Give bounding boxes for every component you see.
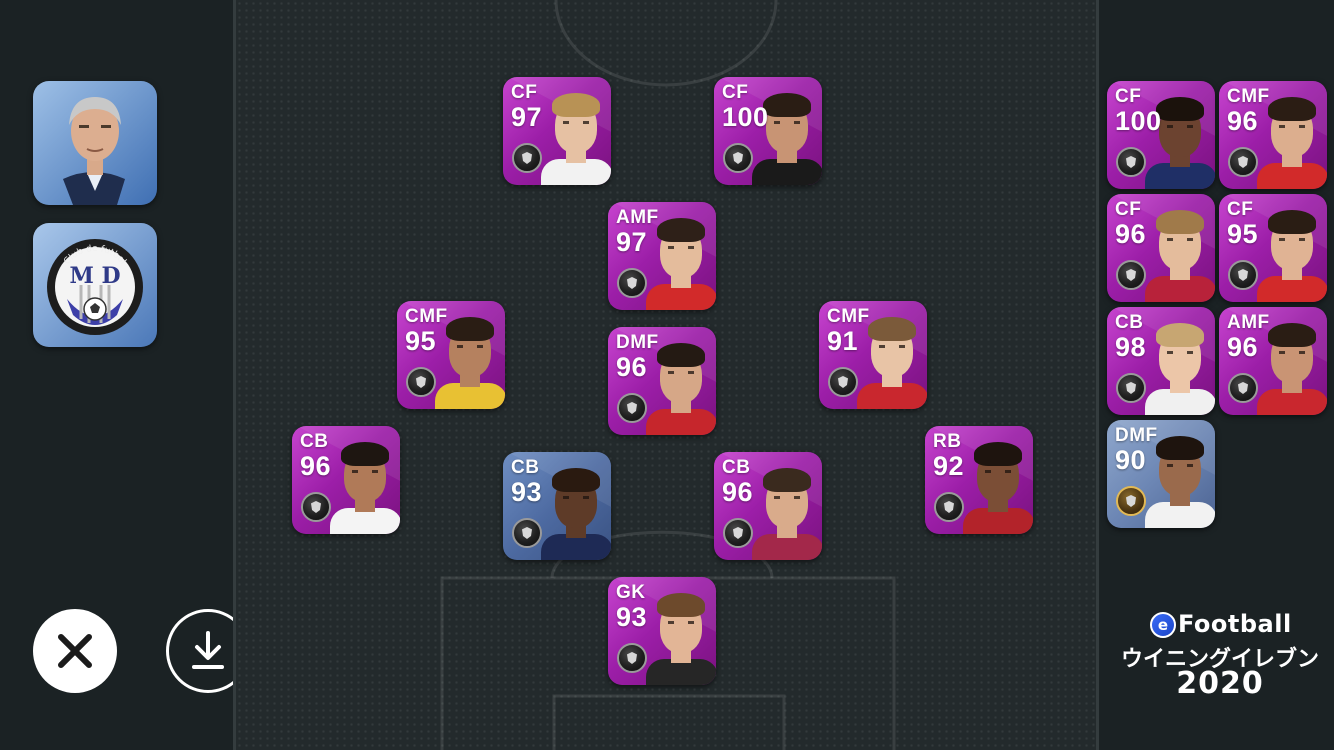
player-position: AMF	[1227, 312, 1270, 333]
substitute-player-card[interactable]: AMF 96	[1219, 307, 1327, 415]
lineup-player-card[interactable]: DMF 96	[608, 327, 716, 435]
player-rating: 96	[1115, 219, 1147, 249]
player-position: CF	[1115, 199, 1142, 220]
club-badge-icon	[301, 492, 331, 522]
player-rating: 96	[300, 451, 332, 481]
lineup-player-card[interactable]: GK 93	[608, 577, 716, 685]
club-badge-icon	[828, 367, 858, 397]
player-rating: 98	[1115, 332, 1147, 362]
club-badge-icon	[1116, 260, 1146, 290]
club-badge-icon	[1228, 260, 1258, 290]
lineup-player-card[interactable]: AMF 97	[608, 202, 716, 310]
player-position: CF	[511, 82, 538, 103]
player-rating: 96	[722, 477, 754, 507]
player-rating: 92	[933, 451, 965, 481]
club-badge-icon	[1228, 373, 1258, 403]
player-position: GK	[616, 582, 646, 603]
efootball-logo: e Football ウイニングイレブン 2020	[1112, 608, 1327, 703]
player-position: CF	[1227, 199, 1254, 220]
player-rating: 96	[616, 352, 648, 382]
player-portrait	[752, 460, 822, 560]
club-emblem-card[interactable]: M D Club de futbol	[33, 223, 157, 347]
player-rating: 96	[1227, 106, 1259, 136]
player-rating: 91	[827, 326, 859, 356]
brand-year: 2020	[1176, 666, 1264, 701]
substitute-player-card[interactable]: CF 96	[1107, 194, 1215, 302]
substitute-player-card[interactable]: CB 98	[1107, 307, 1215, 415]
player-position: CF	[1115, 86, 1142, 107]
efootball-e-badge: e	[1150, 612, 1176, 638]
player-position: RB	[933, 431, 962, 452]
club-badge-icon	[1116, 147, 1146, 177]
substitute-player-card[interactable]: DMF 90	[1107, 420, 1215, 528]
club-initials: M D	[69, 263, 120, 289]
club-badge-icon	[512, 518, 542, 548]
player-position: CB	[722, 457, 751, 478]
substitute-player-card[interactable]: CF 95	[1219, 194, 1327, 302]
player-portrait	[541, 85, 611, 185]
player-portrait	[1145, 202, 1215, 302]
player-portrait	[330, 434, 400, 534]
player-position: CB	[511, 457, 540, 478]
player-portrait	[963, 434, 1033, 534]
club-badge-icon	[512, 143, 542, 173]
player-rating: 97	[511, 102, 543, 132]
left-panel: M D Club de futbol	[0, 0, 250, 750]
club-badge-icon	[723, 143, 753, 173]
player-rating: 95	[1227, 219, 1259, 249]
lineup-player-card[interactable]: CB 93	[503, 452, 611, 560]
brand-name: Football	[1178, 610, 1292, 638]
manager-card[interactable]	[33, 81, 157, 205]
club-badge-icon	[406, 367, 436, 397]
player-portrait	[1145, 89, 1215, 189]
club-badge-icon	[617, 268, 647, 298]
player-rating: 100	[1115, 106, 1162, 136]
player-rating: 97	[616, 227, 648, 257]
lineup-player-card[interactable]: CF 100	[714, 77, 822, 185]
player-rating: 95	[405, 326, 437, 356]
player-portrait	[541, 460, 611, 560]
player-portrait	[1145, 315, 1215, 415]
player-portrait	[752, 85, 822, 185]
lineup-player-card[interactable]: CB 96	[292, 426, 400, 534]
club-badge-icon	[723, 518, 753, 548]
download-icon	[192, 631, 224, 669]
close-icon	[58, 634, 92, 668]
player-position: DMF	[616, 332, 659, 353]
club-badge-icon	[1116, 486, 1146, 516]
player-portrait	[1257, 202, 1327, 302]
player-position: CMF	[405, 306, 448, 327]
player-position: DMF	[1115, 425, 1158, 446]
close-button[interactable]	[33, 609, 117, 693]
club-badge-icon	[1116, 373, 1146, 403]
player-position: CF	[722, 82, 749, 103]
substitute-player-card[interactable]: CMF 96	[1219, 81, 1327, 189]
club-badge-icon	[1228, 147, 1258, 177]
player-portrait	[646, 585, 716, 685]
club-badge-icon	[617, 393, 647, 423]
club-badge-icon	[934, 492, 964, 522]
lineup-player-card[interactable]: RB 92	[925, 426, 1033, 534]
lineup-player-card[interactable]: CMF 95	[397, 301, 505, 409]
player-rating: 90	[1115, 445, 1147, 475]
player-position: CB	[1115, 312, 1144, 333]
player-rating: 93	[616, 602, 648, 632]
player-rating: 96	[1227, 332, 1259, 362]
player-position: CMF	[1227, 86, 1270, 107]
player-position: CMF	[827, 306, 870, 327]
player-rating: 100	[722, 102, 769, 132]
player-rating: 93	[511, 477, 543, 507]
lineup-player-card[interactable]: CF 97	[503, 77, 611, 185]
player-position: CB	[300, 431, 329, 452]
lineup-player-card[interactable]: CMF 91	[819, 301, 927, 409]
player-position: AMF	[616, 207, 659, 228]
lineup-player-card[interactable]: CB 96	[714, 452, 822, 560]
substitute-player-card[interactable]: CF 100	[1107, 81, 1215, 189]
club-badge-icon	[617, 643, 647, 673]
manager-portrait	[33, 81, 157, 205]
club-crest: M D Club de futbol	[33, 223, 157, 347]
